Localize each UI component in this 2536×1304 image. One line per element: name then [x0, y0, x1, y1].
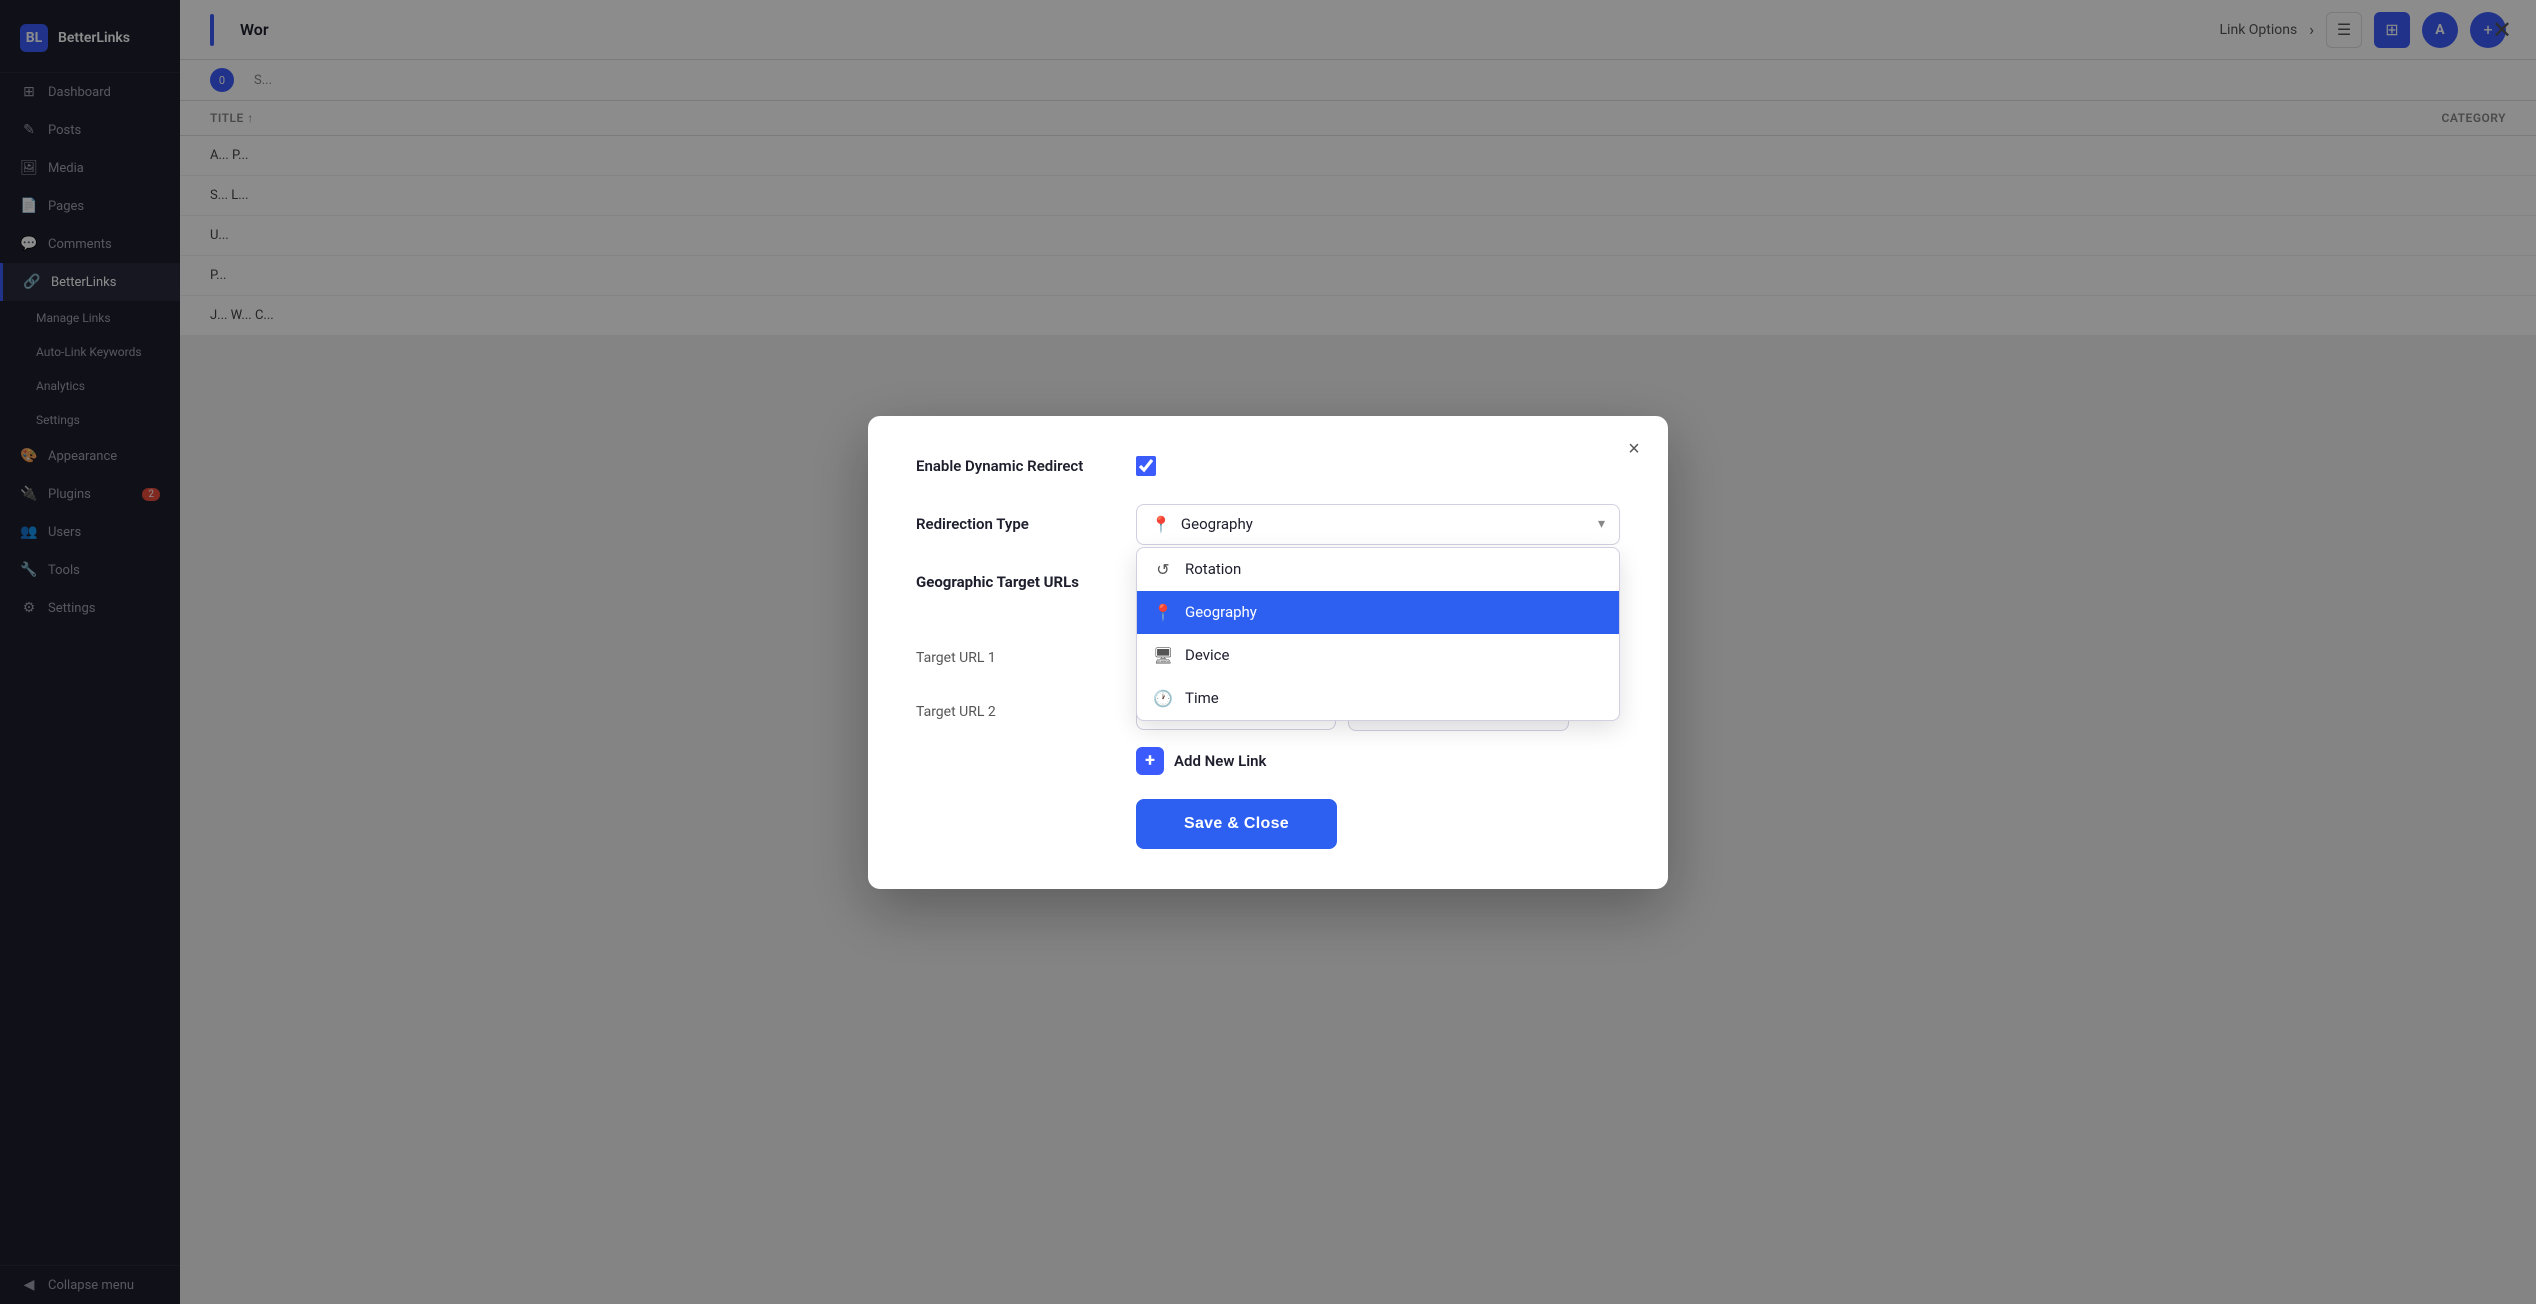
dropdown-item-time[interactable]: 🕐 Time [1137, 677, 1619, 720]
overlay: × Enable Dynamic Redirect Redirection Ty… [0, 0, 2536, 1304]
target-url-1-label: Target URL 1 [916, 650, 1136, 666]
geography-pin-icon: 📍 [1151, 515, 1171, 534]
enable-dynamic-redirect-label: Enable Dynamic Redirect [916, 457, 1136, 475]
dropdown-item-label: Geography [1185, 603, 1257, 621]
chevron-down-icon: ▾ [1598, 516, 1605, 532]
selected-option-label: Geography [1181, 515, 1253, 533]
modal: × Enable Dynamic Redirect Redirection Ty… [868, 416, 1668, 889]
redirection-type-row: Redirection Type 📍 Geography ▾ ↺ Rotatio… [916, 504, 1620, 545]
dropdown-item-rotation[interactable]: ↺ Rotation [1137, 548, 1619, 591]
save-close-button[interactable]: Save & Close [1136, 799, 1337, 849]
dropdown-menu: ↺ Rotation 📍 Geography 🖥 Device 🕐 Time [1136, 547, 1620, 721]
modal-close-button[interactable]: × [1618, 434, 1650, 466]
time-icon: 🕐 [1153, 689, 1173, 708]
geographic-target-title: Geographic Target URLs [916, 573, 1136, 591]
dropdown-item-label: Time [1185, 689, 1219, 707]
select-trigger-left: 📍 Geography [1151, 515, 1253, 534]
dropdown-item-device[interactable]: 🖥 Device [1137, 634, 1619, 677]
checkbox-wrap [1136, 456, 1620, 476]
target-url-2-label: Target URL 2 [916, 704, 1136, 720]
dropdown-item-geography[interactable]: 📍 Geography [1137, 591, 1619, 634]
enable-dynamic-redirect-checkbox[interactable] [1136, 456, 1156, 476]
redirection-type-select[interactable]: 📍 Geography ▾ [1136, 504, 1620, 545]
enable-dynamic-redirect-row: Enable Dynamic Redirect [916, 456, 1620, 476]
rotation-icon: ↺ [1153, 560, 1173, 579]
add-link-icon: + [1136, 747, 1164, 775]
dropdown-item-label: Rotation [1185, 560, 1241, 578]
redirection-type-control: 📍 Geography ▾ ↺ Rotation 📍 Geography [1136, 504, 1620, 545]
add-link-label: Add New Link [1174, 752, 1266, 770]
geography-icon: 📍 [1153, 603, 1173, 622]
device-icon: 🖥 [1153, 646, 1173, 665]
redirection-type-label: Redirection Type [916, 515, 1136, 533]
dropdown-item-label: Device [1185, 646, 1229, 664]
add-new-link-button[interactable]: + Add New Link [916, 747, 1620, 775]
